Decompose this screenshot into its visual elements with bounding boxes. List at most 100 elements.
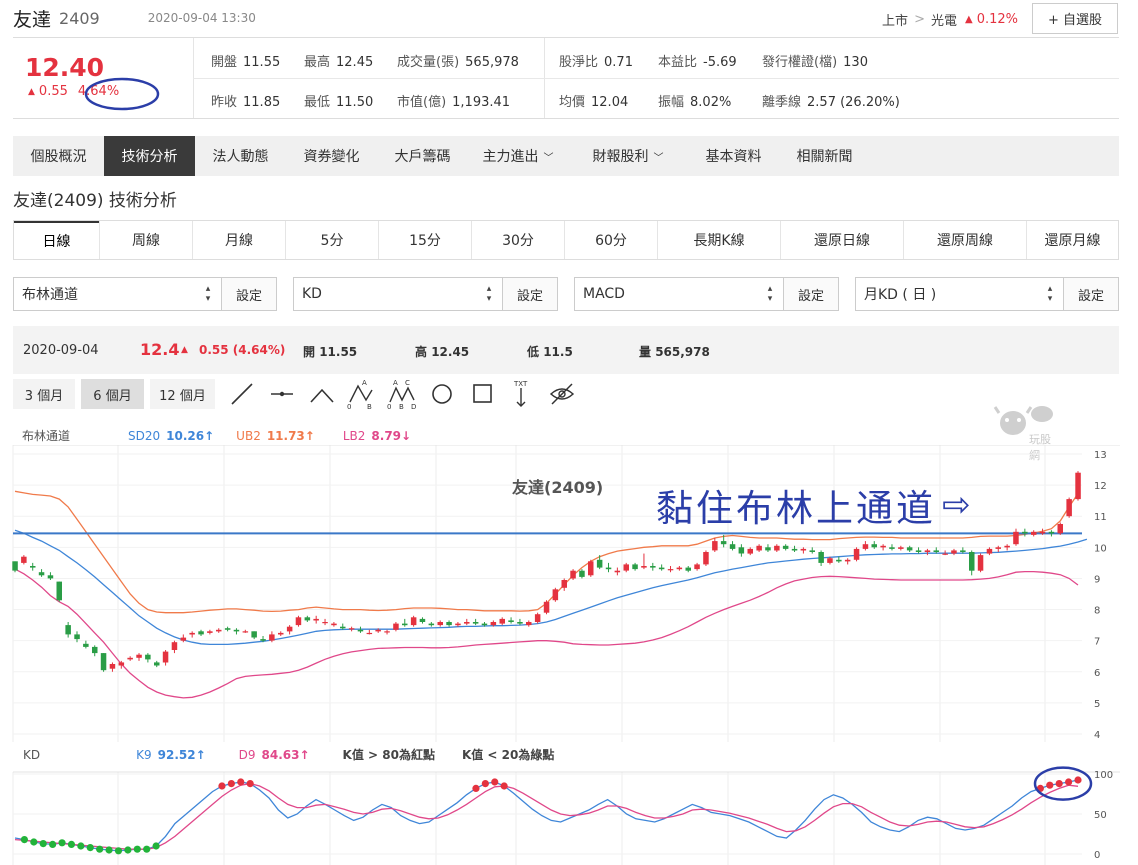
k-overbought-dot	[237, 778, 245, 786]
range-3m-button[interactable]: 3 個月	[13, 379, 75, 409]
candle-body	[472, 622, 479, 624]
candle-body	[526, 622, 532, 626]
price-change: 0.55	[38, 84, 68, 99]
tab-daily[interactable]: 日線	[14, 221, 99, 259]
candle-body	[402, 623, 408, 626]
kd-chart[interactable]: 0 50 100	[0, 764, 1138, 865]
candle-body	[969, 552, 975, 571]
candle-body	[286, 626, 293, 632]
candle-body	[712, 541, 718, 551]
kd-d-label: D9	[238, 747, 256, 762]
nav-institutional[interactable]: 法人動態	[195, 136, 286, 176]
settings-button[interactable]: 設定	[502, 278, 557, 310]
annotation-text: 黏住布林上通道	[656, 487, 936, 530]
candle-body	[995, 547, 1001, 549]
k-oversold-dot	[58, 839, 66, 847]
bb-ub-value: 11.73↑	[266, 428, 315, 443]
nav-main-force[interactable]: 主力進出 ﹀	[468, 136, 568, 176]
settings-button[interactable]: 設定	[221, 278, 276, 310]
indicator-dropdown[interactable]: 月KD ( 日 )	[856, 278, 1037, 310]
period-tabs: 日線 周線 月線 5分 15分 30分 60分 長期K線 還原日線 還原周線 還…	[13, 220, 1119, 260]
candle-body	[782, 545, 789, 549]
candle-body	[304, 617, 311, 621]
candle-body	[1048, 531, 1055, 534]
nav-overview[interactable]: 個股概況	[13, 136, 104, 176]
candle-body	[658, 567, 665, 570]
tab-monthly[interactable]: 月線	[192, 221, 285, 259]
nav-technical[interactable]: 技術分析	[104, 136, 195, 176]
horizontal-line-tool-icon[interactable]	[271, 391, 293, 397]
bb-legend: 布林通道 SD20 10.26↑ UB2 11.73↑ LB2 8.79↓	[22, 427, 411, 444]
candle-body	[809, 550, 815, 552]
candle-body	[251, 631, 257, 638]
k-oversold-dot	[105, 846, 113, 854]
candle-body	[517, 622, 523, 624]
line-tool-icon[interactable]	[231, 383, 253, 405]
candle-body	[1075, 472, 1081, 500]
nav-financials[interactable]: 財報股利 ﹀	[568, 136, 688, 176]
market-link[interactable]: 上市	[882, 10, 908, 29]
nav-news[interactable]: 相關新聞	[779, 136, 870, 176]
tab-5min[interactable]: 5分	[285, 221, 378, 259]
candle-body	[552, 589, 559, 601]
tab-adj-monthly[interactable]: 還原月線	[1026, 221, 1118, 259]
quote-warrants: 發行權證(檔) 130	[762, 55, 868, 70]
tab-adj-weekly[interactable]: 還原周線	[903, 221, 1026, 259]
tab-weekly[interactable]: 周線	[99, 221, 192, 259]
settings-button[interactable]: 設定	[1063, 278, 1118, 310]
nav-basic-info[interactable]: 基本資料	[688, 136, 779, 176]
indicator-select-4: 月KD ( 日 ) ▴ ▾ 設定	[855, 277, 1119, 311]
info-volume: 量 565,978	[639, 345, 710, 359]
tab-30min[interactable]: 30分	[471, 221, 564, 259]
add-watchlist-button[interactable]: + 自選股	[1032, 3, 1118, 34]
abc-pattern-tool-icon[interactable]: A 0 B	[347, 379, 373, 411]
k-overbought-dot	[218, 782, 226, 790]
candle-body	[818, 552, 824, 563]
candle-body	[800, 548, 807, 551]
industry-link[interactable]: 光電	[931, 10, 957, 29]
tab-long-term[interactable]: 長期K線	[657, 221, 780, 259]
text-tool-icon[interactable]: TXT	[513, 380, 528, 407]
candle-body	[56, 581, 62, 601]
indicator-dropdown[interactable]: MACD	[575, 278, 757, 310]
candle-body	[171, 642, 178, 650]
angle-tool-icon[interactable]	[310, 388, 334, 403]
y-tick-label: 8	[1094, 606, 1100, 617]
candle-body	[1057, 524, 1063, 534]
range-6m-button[interactable]: 6 個月	[81, 379, 144, 409]
rectangle-tool-icon[interactable]	[473, 384, 492, 403]
candle-body	[224, 628, 231, 630]
circle-tool-icon[interactable]	[432, 384, 452, 404]
k-oversold-dot	[67, 840, 76, 848]
stock-name: 友達	[13, 8, 52, 31]
tab-adj-daily[interactable]: 還原日線	[780, 221, 903, 259]
k-overbought-dot	[491, 778, 499, 786]
candle-body	[65, 625, 71, 635]
indicator-dropdown[interactable]: KD	[294, 278, 476, 310]
tab-60min[interactable]: 60分	[564, 221, 657, 259]
tab-15min[interactable]: 15分	[378, 221, 471, 259]
candle-body	[366, 632, 373, 635]
candle-body	[862, 544, 869, 549]
candle-body	[437, 622, 443, 626]
k-oversold-dot	[30, 838, 38, 846]
candle-body	[605, 567, 612, 570]
nav-margin[interactable]: 資券變化	[286, 136, 377, 176]
settings-button[interactable]: 設定	[783, 278, 838, 310]
abcd-pattern-tool-icon[interactable]: A C 0 B D	[387, 379, 416, 411]
nav-major-holders[interactable]: 大戶籌碼	[377, 136, 468, 176]
candle-body	[100, 653, 107, 671]
candle-body	[490, 622, 497, 626]
k-overbought-dot	[246, 780, 254, 788]
candle-body	[446, 622, 452, 626]
candle-body	[12, 561, 18, 571]
kd-legend: KD K9 92.52↑ D9 84.63↑ K值 > 80為紅點 K值 < 2…	[23, 746, 554, 763]
y-tick-label: 4	[1094, 730, 1100, 741]
indicator-dropdown[interactable]: 布林通道	[14, 278, 195, 310]
range-12m-button[interactable]: 12 個月	[150, 379, 215, 409]
y-tick-label: 10	[1094, 543, 1107, 554]
hide-drawings-icon[interactable]	[549, 383, 575, 405]
info-low: 低 11.5	[527, 345, 573, 359]
svg-text:B: B	[367, 403, 372, 411]
y-tick-label: 13	[1094, 450, 1107, 461]
